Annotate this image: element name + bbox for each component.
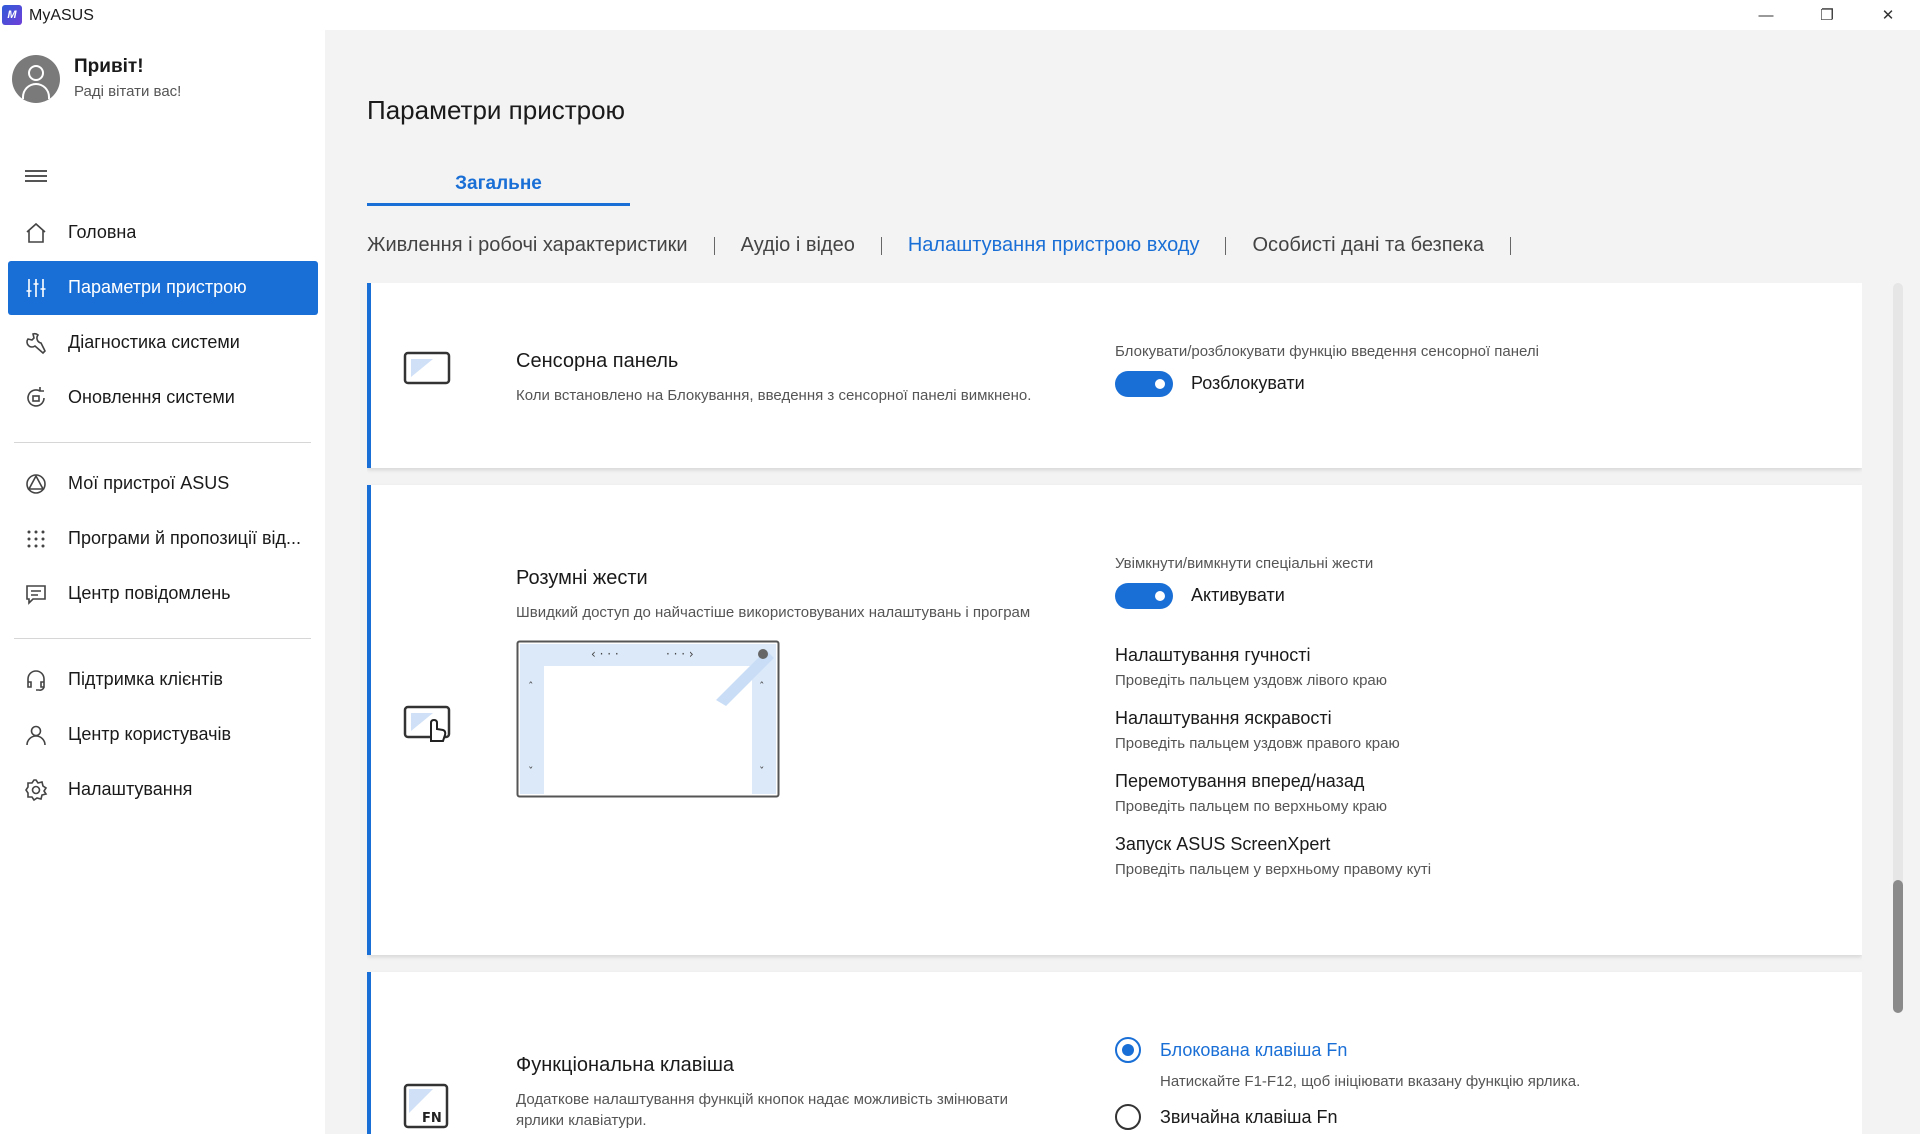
sidebar-item-label: Центр користувачів (68, 724, 232, 744)
sidebar-item-my-devices[interactable]: Мої пристрої ASUS (8, 457, 318, 511)
greeting-subtitle: Раді вітати вас! (74, 83, 182, 100)
message-icon (26, 585, 46, 605)
gesture-volume-title: Налаштування гучності (1115, 645, 1311, 665)
sidebar-item-label: Діагностика системи (68, 332, 240, 352)
svg-text:ˇ: ˇ (528, 765, 534, 778)
content-scroll-area: Сенсорна панель Коли встановлено на Блок… (367, 283, 1862, 1134)
hamburger-menu-icon[interactable] (25, 170, 47, 184)
sidebar-item-user-center[interactable]: Центр користувачів (8, 708, 318, 762)
gesture-seek-title: Перемотування вперед/назад (1115, 771, 1365, 791)
title-bar: M MyASUS — ❐ ✕ (0, 0, 1920, 30)
svg-text:· · · ›: · · · › (666, 647, 694, 661)
gestures-toggle-label: Активувати (1191, 585, 1285, 605)
minimize-button[interactable]: — (1736, 0, 1796, 30)
sidebar: Привіт! Раді вітати вас! Головна Парамет… (0, 30, 325, 1134)
sidebar-item-label: Підтримка клієнтів (68, 669, 223, 689)
gesture-brightness-desc: Проведіть пальцем уздовж правого краю (1115, 735, 1400, 752)
gesture-screenxpert-title: Запуск ASUS ScreenXpert (1115, 834, 1331, 854)
touchpad-icon (403, 351, 451, 385)
smart-gestures-card: Розумні жести Швидкий доступ до найчасті… (367, 485, 1862, 955)
sidebar-item-label: Головна (68, 222, 137, 242)
sidebar-item-home[interactable]: Головна (8, 206, 318, 260)
sidebar-item-label: Центр повідомлень (68, 583, 231, 603)
sidebar-divider (14, 638, 311, 639)
devices-icon (26, 474, 46, 494)
gesture-volume-desc: Проведіть пальцем уздовж лівого краю (1115, 672, 1388, 689)
function-key-card: FN Функціональна клавіша Додаткове налаш… (367, 972, 1862, 1134)
app-logo: M (2, 5, 22, 25)
sidebar-item-label: Мої пристрої ASUS (68, 473, 230, 493)
subtab-separator (1509, 236, 1511, 255)
gear-icon (25, 779, 48, 802)
svg-text:ˆ: ˆ (759, 680, 765, 693)
wrench-icon (26, 332, 46, 355)
tab-underline (367, 203, 630, 206)
fn-key-icon: FN (403, 1083, 449, 1129)
sidebar-item-message-center[interactable]: Центр повідомлень (8, 567, 318, 621)
touchpad-card: Сенсорна панель Коли встановлено на Блок… (367, 283, 1862, 468)
sidebar-item-customer-support[interactable]: Підтримка клієнтів (8, 653, 318, 707)
function-key-desc-2: ярлики клавіатури. (516, 1112, 647, 1129)
smart-gestures-title: Розумні жести (516, 567, 648, 589)
sidebar-item-device-settings[interactable]: Параметри пристрою (8, 261, 318, 315)
touchpad-description: Коли встановлено на Блокування, введення… (516, 387, 1032, 404)
touchpad-toggle-label: Розблокувати (1191, 373, 1305, 393)
avatar-head-icon (28, 65, 44, 81)
subtab-input-devices[interactable]: Налаштування пристрою входу (908, 234, 1200, 257)
normal-fn-radio[interactable] (1115, 1104, 1141, 1130)
touchpad-lock-label: Блокувати/розблокувати функцію введення … (1115, 343, 1539, 360)
sidebar-divider (14, 442, 311, 443)
sidebar-item-label: Налаштування (68, 779, 193, 799)
subtab-power[interactable]: Живлення і робочі характеристики (367, 234, 688, 257)
apps-grid-icon (27, 530, 45, 548)
function-key-desc-1: Додаткове налаштування функцій кнопок на… (516, 1091, 1008, 1108)
gestures-toggle-label-text: Увімкнути/вимкнути спеціальні жести (1115, 555, 1374, 572)
avatar[interactable] (12, 55, 60, 103)
user-icon (26, 725, 46, 746)
sidebar-item-diagnostics[interactable]: Діагностика системи (8, 316, 318, 370)
sidebar-item-label: Програми й пропозиції від... (68, 528, 302, 548)
subtab-bar: Живлення і робочі характеристики Аудіо і… (367, 234, 1537, 257)
normal-fn-label: Звичайна клавіша Fn (1160, 1107, 1338, 1127)
headset-icon (27, 670, 45, 691)
locked-fn-label: Блокована клавіша Fn (1160, 1040, 1348, 1060)
tab-general[interactable]: Загальне (367, 173, 630, 195)
locked-fn-radio[interactable] (1115, 1037, 1141, 1063)
subtab-separator (1225, 236, 1227, 255)
gesture-diagram: ‹ · · · · · · › ˆ ˇ ˆ ˇ (516, 640, 780, 798)
gesture-brightness-title: Налаштування яскравості (1115, 708, 1332, 728)
close-button[interactable]: ✕ (1858, 0, 1918, 30)
home-icon (26, 222, 46, 243)
page-title: Параметри пристрою (367, 95, 626, 125)
greeting: Привіт! (74, 56, 144, 77)
subtab-audio-video[interactable]: Аудіо і відео (741, 234, 855, 257)
sliders-icon (26, 279, 46, 297)
svg-text:ˆ: ˆ (528, 680, 534, 693)
update-icon (27, 387, 45, 407)
smart-gestures-description: Швидкий доступ до найчастіше використову… (516, 604, 1031, 621)
svg-text:‹ · · ·: ‹ · · · (591, 647, 619, 661)
subtab-privacy-security[interactable]: Особисті дані та безпека (1252, 234, 1484, 257)
gesture-seek-desc: Проведіть пальцем по верхньому краю (1115, 798, 1388, 815)
gestures-toggle[interactable] (1115, 583, 1173, 609)
subtab-separator (713, 236, 715, 255)
app-title: MyASUS (29, 7, 94, 24)
avatar-body-icon (22, 83, 50, 99)
sidebar-item-settings[interactable]: Налаштування (8, 763, 318, 817)
locked-fn-desc: Натискайте F1-F12, щоб ініціювати вказан… (1160, 1073, 1581, 1090)
fn-key-icon-text: FN (422, 1111, 442, 1126)
touchpad-title: Сенсорна панель (516, 350, 679, 372)
svg-text:ˇ: ˇ (759, 765, 765, 778)
sidebar-item-system-update[interactable]: Оновлення системи (8, 371, 318, 425)
touchpad-lock-toggle[interactable] (1115, 371, 1173, 397)
sidebar-item-label: Оновлення системи (68, 387, 235, 407)
scrollbar-thumb[interactable] (1893, 880, 1903, 1013)
gesture-screenxpert-desc: Проведіть пальцем у верхньому правому ку… (1115, 861, 1432, 878)
sidebar-item-apps[interactable]: Програми й пропозиції від... (8, 512, 318, 566)
function-key-title: Функціональна клавіша (516, 1054, 735, 1076)
subtab-separator (880, 236, 882, 255)
touchpad-gesture-icon (403, 705, 451, 742)
maximize-button[interactable]: ❐ (1797, 0, 1857, 30)
sidebar-item-label: Параметри пристрою (68, 277, 247, 297)
